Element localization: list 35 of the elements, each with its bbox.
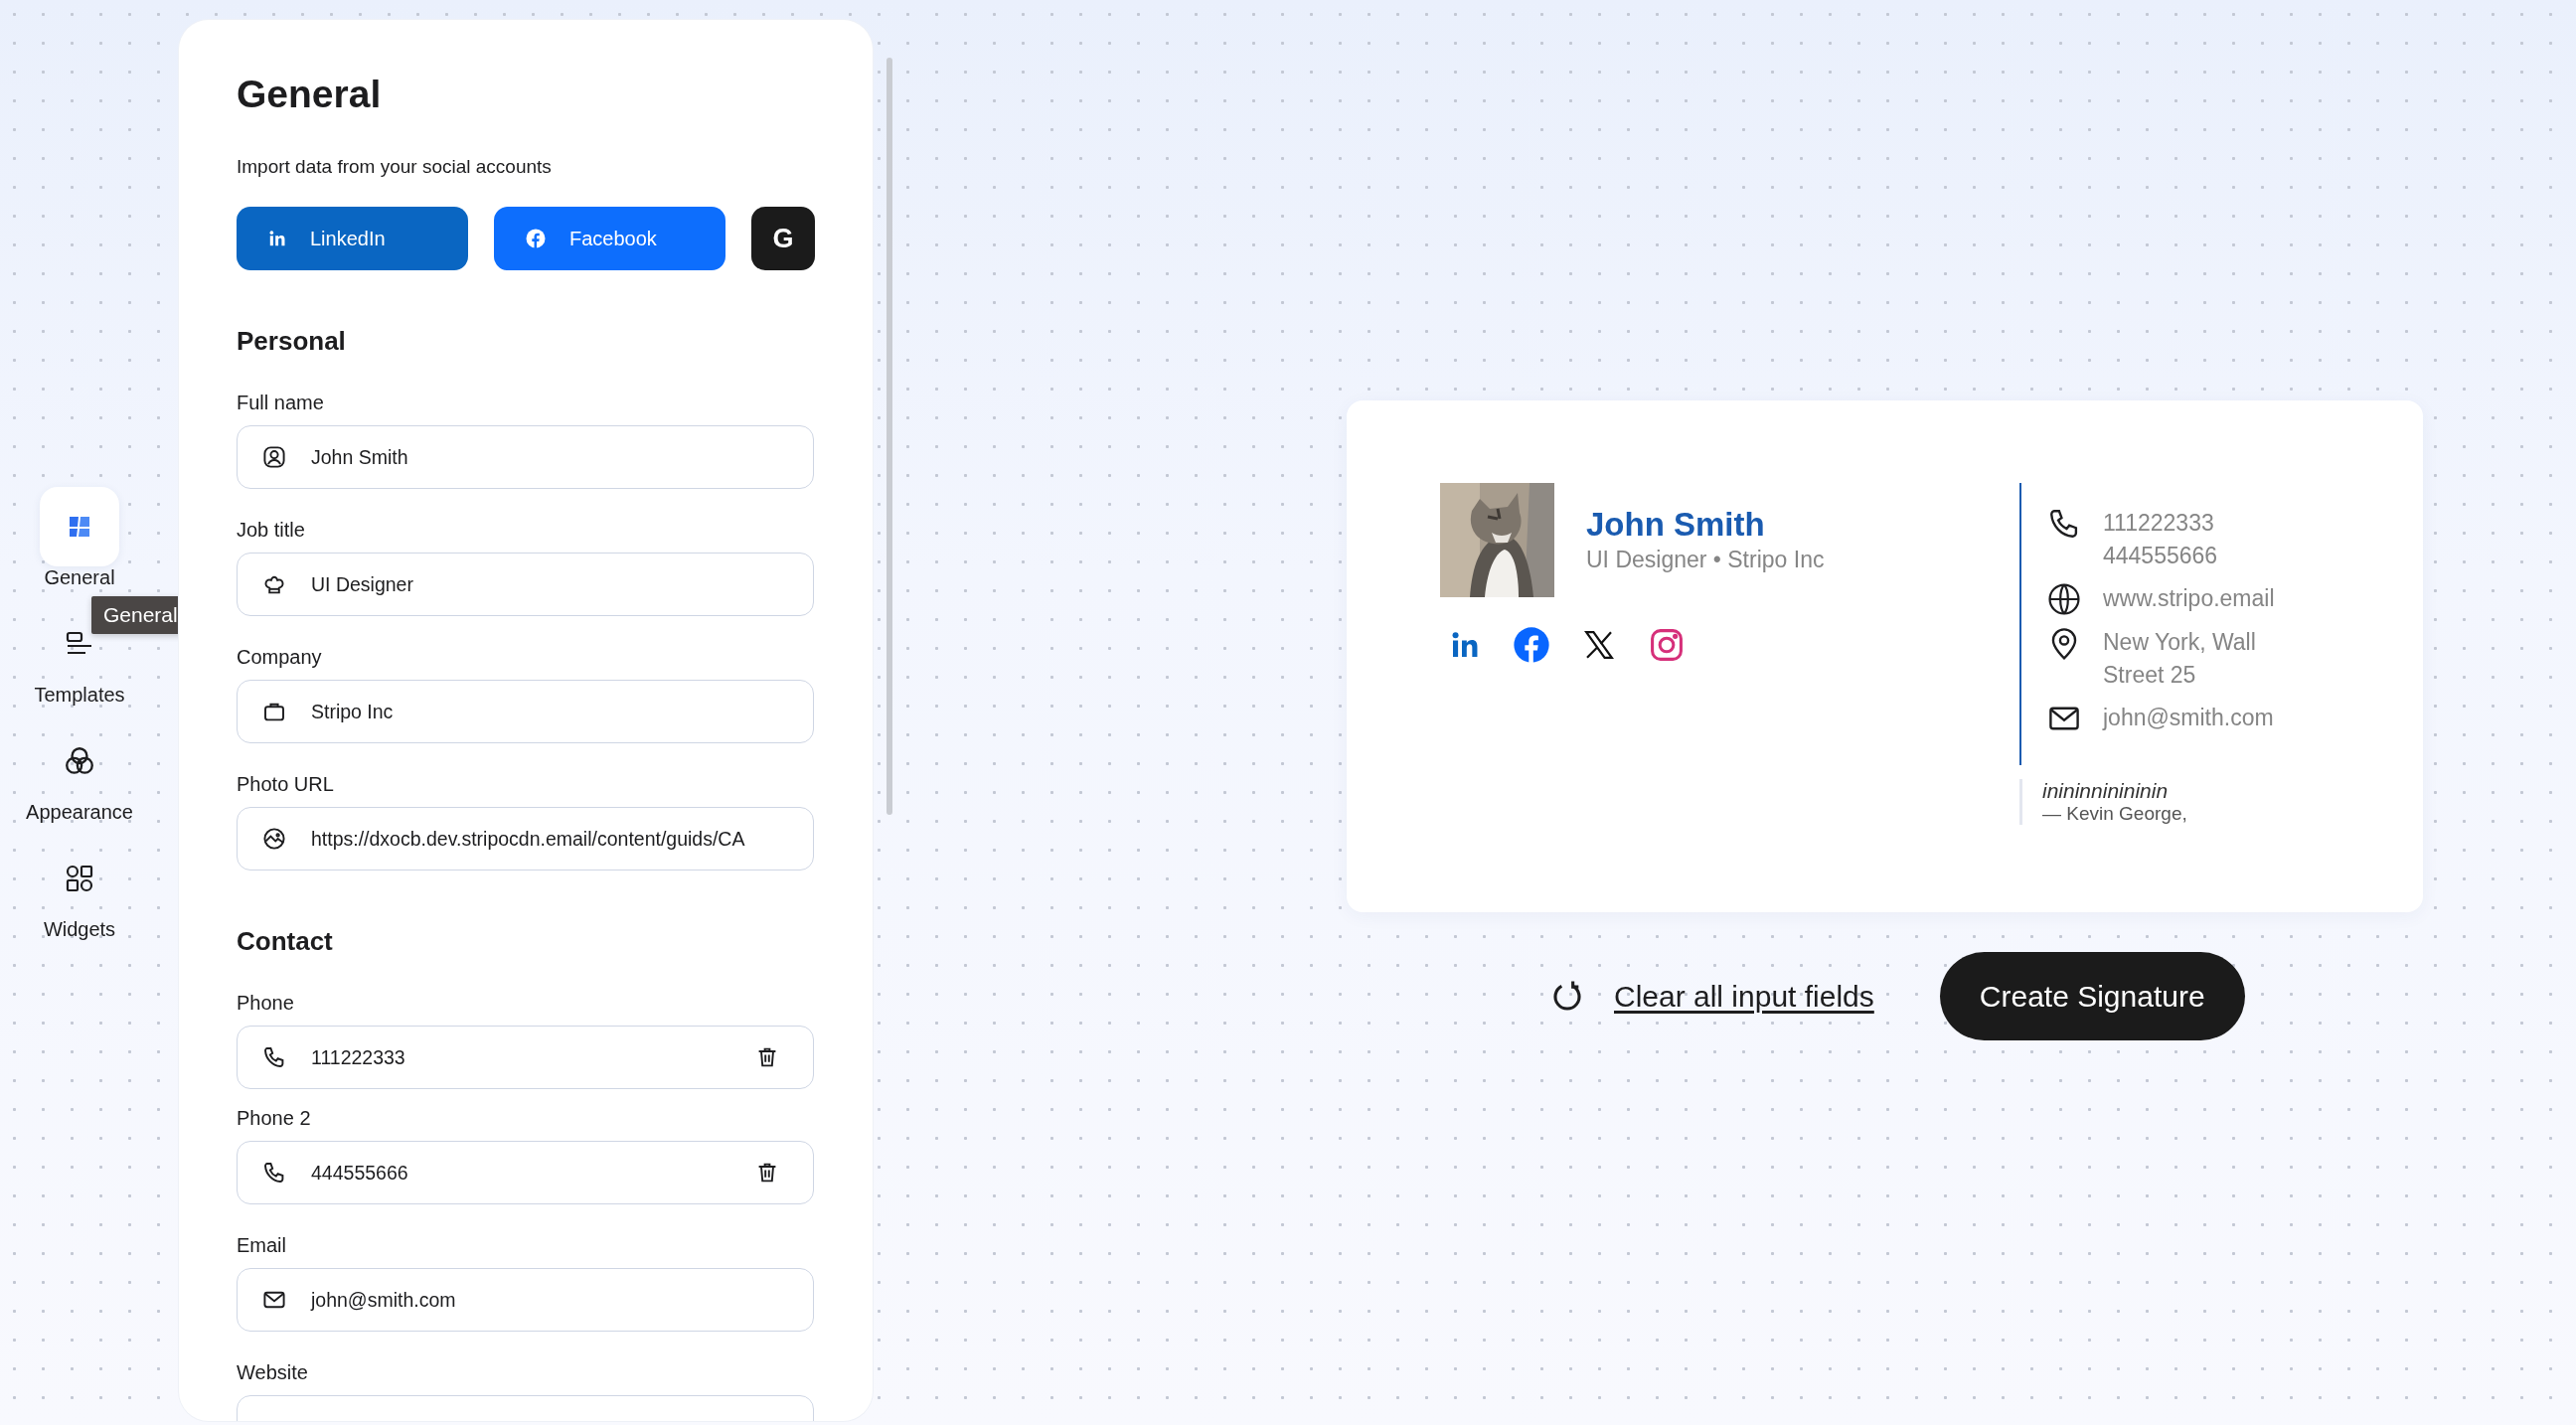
field-label: Photo URL (237, 772, 335, 796)
contact-text: www.stripo.email (2103, 584, 2275, 613)
signature-name: John Smith (1586, 505, 1766, 545)
contact-text: New York, Wall Street 25 (2103, 628, 2257, 690)
field-label: Email (237, 1233, 287, 1257)
google-button[interactable]: G (751, 207, 815, 270)
section-heading: Personal (237, 325, 347, 357)
input-field[interactable]: 111222333 (237, 1026, 814, 1089)
section-heading: Contact (237, 925, 334, 957)
sidebar-item[interactable]: Widgets (40, 839, 119, 956)
field-label: Full name (237, 391, 325, 414)
quote-text: inininninininin (2042, 779, 2170, 803)
signature-subtitle: UI Designer • Stripo Inc (1586, 547, 1825, 573)
clear-fields-link[interactable]: Clear all input fields (1614, 979, 1874, 1014)
linkedin-button[interactable]: LinkedIn (237, 207, 468, 270)
panel-title: General (237, 72, 383, 117)
input-field[interactable]: https://dxocb.dev.stripocdn.email/content/guids/CA (237, 807, 814, 871)
quote-author: — Kevin George, (2042, 803, 2188, 825)
input-field[interactable]: UI Designer (237, 553, 814, 616)
field-label: Job title (237, 518, 306, 542)
facebook-button[interactable]: Facebook (494, 207, 725, 270)
contact-text: 111222333 (2103, 509, 2215, 538)
field-label: Phone 2 (237, 1106, 312, 1130)
contact-text: john@smith.com (2103, 704, 2274, 732)
contact-text: 444555666 (2103, 542, 2218, 570)
import-label: Import data from your social accounts (237, 155, 553, 179)
field-label: Phone (237, 991, 295, 1015)
sidebar-item[interactable]: Appearance (26, 721, 133, 839)
input-field[interactable]: Stripo Inc (237, 680, 814, 743)
create-signature-button[interactable]: Create Signature (1939, 952, 2245, 1040)
field-label: Company (237, 645, 323, 669)
input-field[interactable]: john@smith.com (237, 1268, 814, 1332)
field-label: Website (237, 1360, 309, 1384)
input-field[interactable]: John Smith (237, 425, 814, 489)
input-field[interactable]: 444555666 (237, 1141, 814, 1204)
